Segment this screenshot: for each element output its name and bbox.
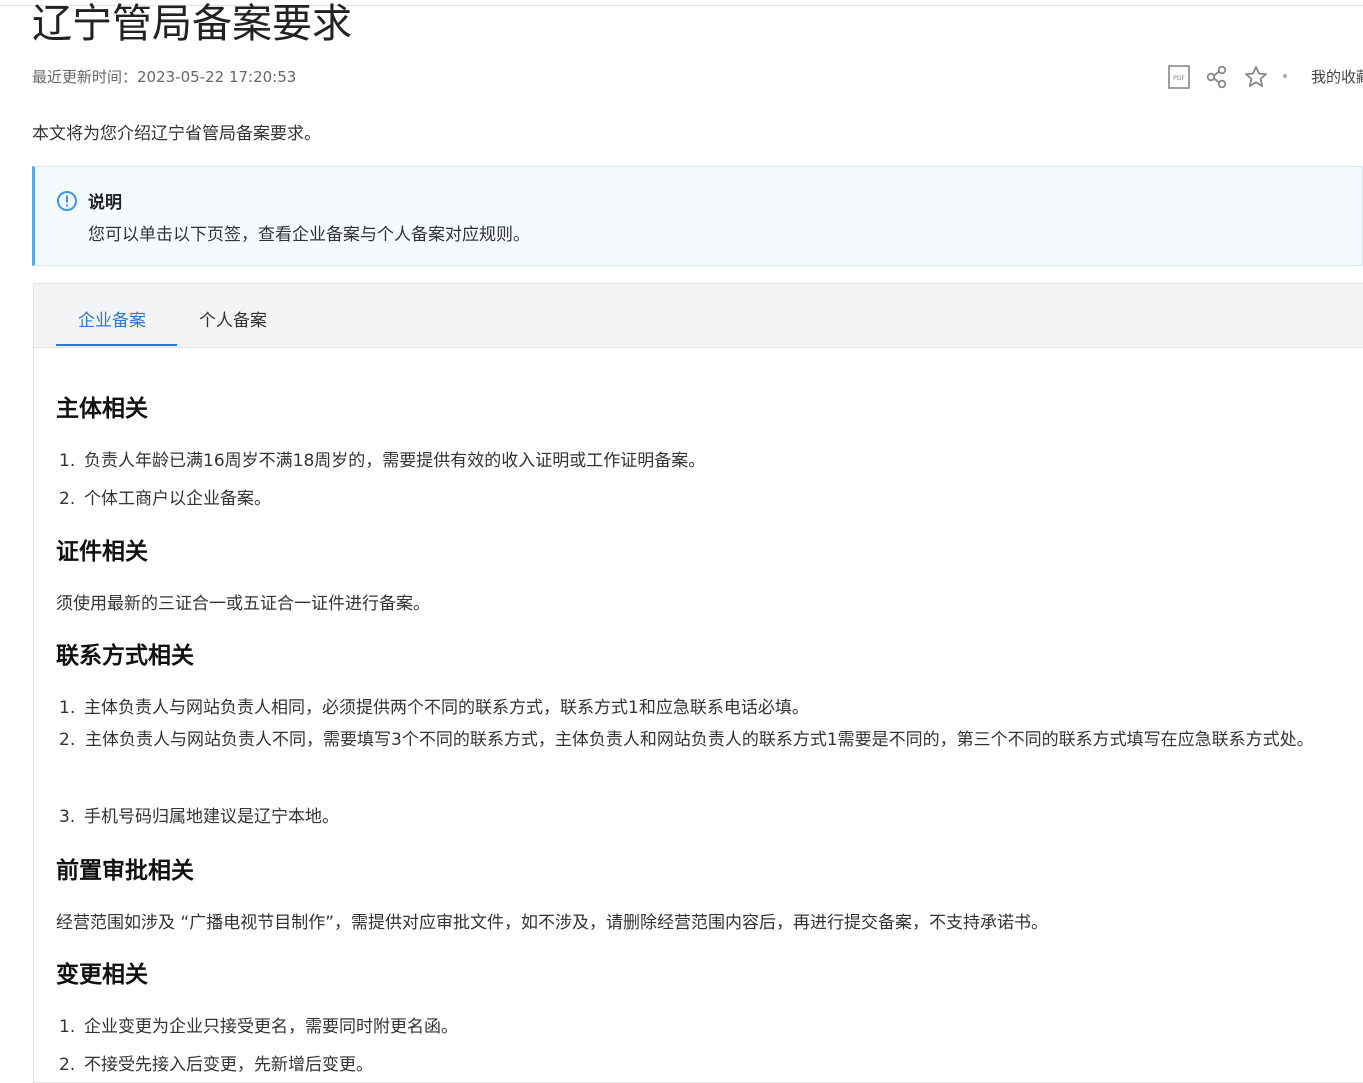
list-item: 1. 负责人年龄已满16周岁不满18周岁的，需要提供有效的收入证明或工作证明备案。 — [59, 446, 705, 471]
list-item: 1. 主体负责人与网站负责人相同，必须提供两个不同的联系方式，联系方式1和应急联系… — [59, 693, 809, 718]
certificate-text: 须使用最新的三证合一或五证合一证件进行备案。 — [56, 594, 430, 614]
tab-enterprise-filing[interactable]: 企业备案 — [78, 306, 146, 331]
pdf-download-icon[interactable]: PDF — [1166, 64, 1192, 90]
list-item: 2. 不接受先接入后变更，先新增后变更。 — [59, 1050, 373, 1075]
my-favorites-link[interactable]: 我的收藏 — [1311, 66, 1363, 87]
doc-toolbar: PDF 我的收藏 — [1166, 64, 1363, 90]
list-item-text: 负责人年龄已满16周岁不满18周岁的，需要提供有效的收入证明或工作证明备案。 — [84, 451, 706, 471]
pdf-label: PDF — [1173, 75, 1185, 82]
section-title-subject: 主体相关 — [56, 396, 148, 422]
tab-panel: 企业备案 个人备案 主体相关 1. 负责人年龄已满16周岁不满18周岁的，需要提供… — [33, 283, 1363, 1083]
list-number: 2. — [59, 730, 76, 750]
last-updated: 最近更新时间：2023-05-22 17:20:53 — [32, 68, 297, 86]
tab-bar: 企业备案 个人备案 — [34, 284, 1363, 348]
info-icon — [56, 190, 78, 216]
list-item: 3. 手机号码归属地建议是辽宁本地。 — [59, 802, 339, 827]
list-item-text: 主体负责人与网站负责人相同，必须提供两个不同的联系方式，联系方式1和应急联系电话… — [84, 698, 809, 718]
list-number: 2. — [59, 489, 76, 509]
list-item-text: 企业变更为企业只接受更名，需要同时附更名函。 — [84, 1017, 458, 1037]
active-tab-indicator — [56, 344, 177, 346]
star-icon[interactable] — [1243, 64, 1269, 90]
share-icon[interactable] — [1204, 64, 1230, 90]
list-item-text: 手机号码归属地建议是辽宁本地。 — [84, 807, 339, 827]
section-title-approval: 前置审批相关 — [56, 858, 194, 884]
list-number: 1. — [59, 698, 76, 718]
tab-personal-filing[interactable]: 个人备案 — [199, 306, 267, 331]
toolbar-separator — [1283, 74, 1287, 78]
list-item: 2. 主体负责人与网站负责人不同，需要填写3个不同的联系方式，主体负责人和网站负… — [59, 724, 1349, 756]
intro-text: 本文将为您介绍辽宁省管局备案要求。 — [32, 124, 321, 144]
list-number: 2. — [59, 1055, 76, 1075]
note-title: 说明 — [88, 193, 122, 213]
section-title-change: 变更相关 — [56, 962, 148, 988]
list-item: 2. 个体工商户以企业备案。 — [59, 484, 271, 509]
section-title-contact: 联系方式相关 — [56, 643, 194, 669]
note-body: 您可以单击以下页签，查看企业备案与个人备案对应规则。 — [88, 225, 530, 245]
list-item-text: 个体工商户以企业备案。 — [84, 489, 271, 509]
page-title: 辽宁管局备案要求 — [32, 1, 352, 47]
list-item-text: 主体负责人与网站负责人不同，需要填写3个不同的联系方式，主体负责人和网站负责人的… — [85, 730, 1314, 750]
section-title-certificate: 证件相关 — [56, 539, 148, 565]
note-box: 说明 您可以单击以下页签，查看企业备案与个人备案对应规则。 — [32, 166, 1363, 266]
list-number: 3. — [59, 807, 76, 827]
list-item: 1. 企业变更为企业只接受更名，需要同时附更名函。 — [59, 1012, 458, 1037]
list-number: 1. — [59, 451, 76, 471]
list-item-text: 不接受先接入后变更，先新增后变更。 — [84, 1055, 373, 1075]
list-number: 1. — [59, 1017, 76, 1037]
approval-text: 经营范围如涉及 “广播电视节目制作”，需提供对应审批文件，如不涉及，请删除经营范… — [56, 913, 1049, 933]
